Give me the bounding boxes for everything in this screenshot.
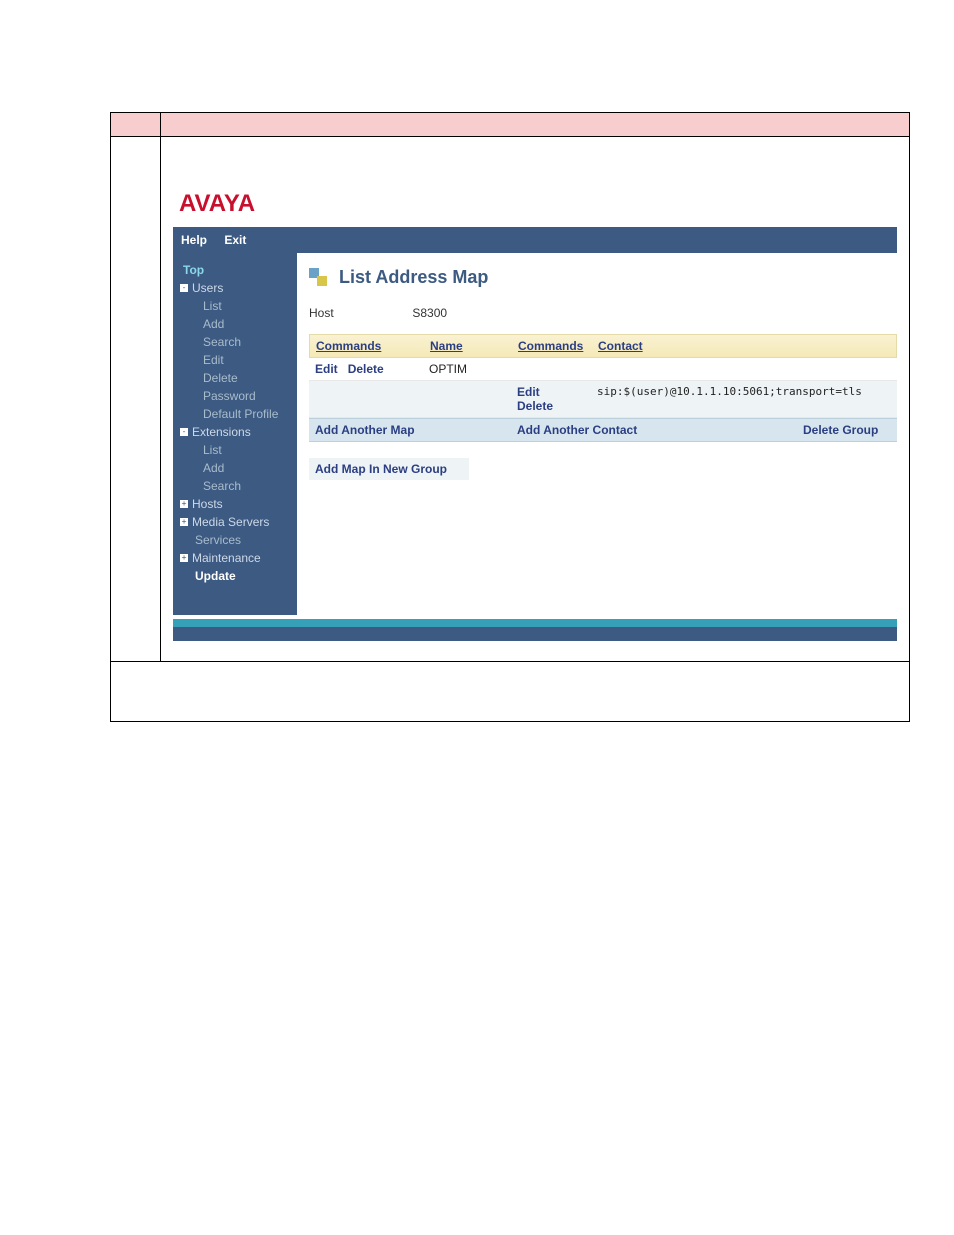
collapse-icon: - (180, 284, 188, 292)
add-another-map[interactable]: Add Another Map (309, 419, 511, 441)
sidebar-update[interactable]: Update (173, 567, 297, 585)
contact-edit-link[interactable]: Edit (517, 385, 540, 399)
sidebar-item-ext-add[interactable]: Add (173, 459, 297, 477)
grid-header: Commands Name Commands Contact (309, 334, 897, 358)
frame-header-left (111, 113, 161, 137)
footer-dark (173, 627, 897, 641)
menu-help[interactable]: Help (181, 233, 207, 247)
expand-icon: + (180, 500, 188, 508)
logo-text: AVAYA (179, 190, 255, 217)
host-line: Host S8300 (309, 306, 897, 320)
map-row: Edit Delete OPTIM (309, 358, 897, 381)
expand-icon: + (180, 554, 188, 562)
footer-accent (173, 619, 897, 627)
sidebar-item-services[interactable]: Services (173, 531, 297, 549)
frame-header-right (161, 113, 910, 137)
map-delete-link[interactable]: Delete (348, 362, 384, 376)
host-value: S8300 (412, 306, 447, 320)
page-title-icon (309, 268, 329, 288)
col-commands-2[interactable]: Commands (512, 335, 592, 357)
sidebar-item-ext-list[interactable]: List (173, 441, 297, 459)
sidebar-item-ext-search[interactable]: Search (173, 477, 297, 495)
sidebar-group-maintenance[interactable]: + Maintenance (173, 549, 297, 567)
app-window: AVAYA Help Exit Top - Users (173, 187, 897, 641)
col-contact[interactable]: Contact (592, 335, 896, 357)
doc-frame: AVAYA Help Exit Top - Users (110, 112, 910, 722)
sidebar-group-hosts[interactable]: + Hosts (173, 495, 297, 513)
sidebar-item-users-list[interactable]: List (173, 297, 297, 315)
delete-group[interactable]: Delete Group (797, 419, 897, 441)
add-map-new-group[interactable]: Add Map In New Group (309, 458, 469, 480)
frame-gutter (111, 137, 161, 662)
add-another-contact[interactable]: Add Another Contact (511, 419, 797, 441)
avaya-logo: AVAYA (179, 187, 897, 217)
collapse-icon: - (180, 428, 188, 436)
contact-value: sip:$(user)@10.1.1.10:5061;transport=tls (591, 381, 897, 417)
sidebar-top[interactable]: Top (173, 261, 297, 279)
col-commands-1[interactable]: Commands (310, 335, 424, 357)
sidebar-group-extensions[interactable]: - Extensions (173, 423, 297, 441)
sidebar-group-media-servers[interactable]: + Media Servers (173, 513, 297, 531)
group-actions: Add Another Map Add Another Contact Dele… (309, 418, 897, 442)
sidebar-item-users-search[interactable]: Search (173, 333, 297, 351)
sidebar-item-users-delete[interactable]: Delete (173, 369, 297, 387)
address-map-grid: Commands Name Commands Contact Edit (309, 334, 897, 442)
menubar: Help Exit (173, 227, 897, 253)
contact-row: Edit Delete sip:$(user)@10.1.1.10:5061;t… (309, 381, 897, 418)
host-label: Host (309, 306, 409, 320)
map-name: OPTIM (423, 358, 511, 380)
page-title-row: List Address Map (309, 267, 897, 288)
sidebar-item-users-edit[interactable]: Edit (173, 351, 297, 369)
sidebar-item-users-password[interactable]: Password (173, 387, 297, 405)
menu-exit[interactable]: Exit (224, 233, 246, 247)
frame-body: AVAYA Help Exit Top - Users (161, 137, 910, 662)
expand-icon: + (180, 518, 188, 526)
contact-delete-link[interactable]: Delete (517, 399, 553, 413)
sidebar-item-users-add[interactable]: Add (173, 315, 297, 333)
sidebar: Top - Users List Add Search Edit Delete … (173, 253, 297, 615)
sidebar-group-users[interactable]: - Users (173, 279, 297, 297)
content-area: List Address Map Host S8300 Commands Nam… (297, 253, 897, 615)
col-name[interactable]: Name (424, 335, 512, 357)
frame-footer (111, 662, 910, 722)
sidebar-item-users-default-profile[interactable]: Default Profile (173, 405, 297, 423)
map-edit-link[interactable]: Edit (315, 362, 338, 376)
page-title: List Address Map (339, 267, 488, 288)
